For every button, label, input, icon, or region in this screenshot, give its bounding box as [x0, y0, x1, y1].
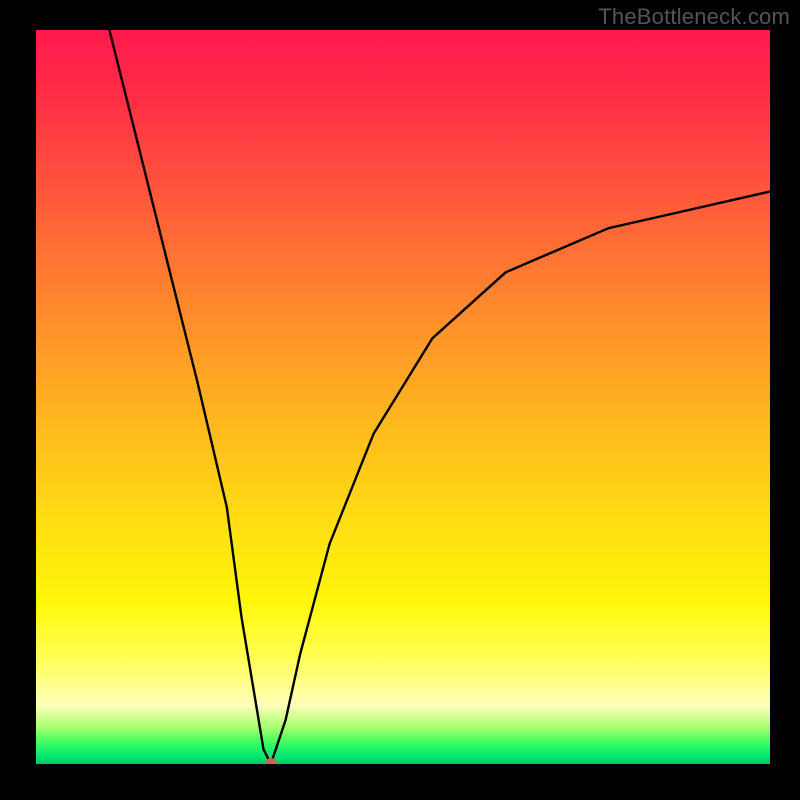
curve-path: [109, 30, 770, 764]
plot-area: [36, 30, 770, 764]
bottleneck-curve: [36, 30, 770, 764]
vertex-marker: [265, 758, 277, 764]
chart-frame: TheBottleneck.com: [0, 0, 800, 800]
watermark-text: TheBottleneck.com: [598, 4, 790, 30]
